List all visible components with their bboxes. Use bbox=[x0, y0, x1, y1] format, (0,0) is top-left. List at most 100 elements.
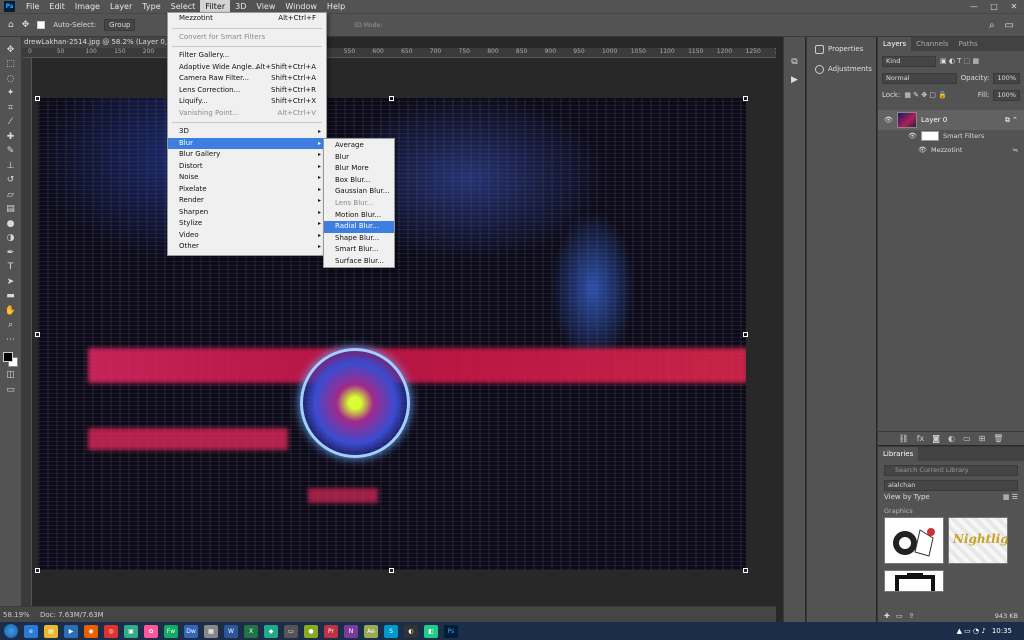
fireworks-icon[interactable]: Fw bbox=[164, 624, 178, 638]
filter-menu-item-render[interactable]: Render ▸ bbox=[168, 195, 326, 207]
filter-menu-item-blur[interactable]: Blur ▸ bbox=[168, 137, 326, 149]
more-tools-icon[interactable]: ⋯ bbox=[4, 333, 18, 347]
home-icon[interactable]: ⌂ bbox=[8, 20, 14, 30]
blur-menu-item-shape-blur[interactable]: Shape Blur... bbox=[324, 233, 394, 245]
onenote-icon[interactable]: N bbox=[344, 624, 358, 638]
transform-handle[interactable] bbox=[743, 96, 748, 101]
filter-menu-item-distort[interactable]: Distort ▸ bbox=[168, 161, 326, 173]
eraser-tool-icon[interactable]: ▱ bbox=[4, 188, 18, 202]
library-graphic-thumb[interactable] bbox=[884, 517, 944, 564]
quick-mask-icon[interactable]: ◫ bbox=[4, 369, 18, 383]
tab-channels[interactable]: Channels bbox=[911, 37, 953, 51]
photoshop-taskbar-icon[interactable]: Ps bbox=[444, 624, 458, 638]
filter-menu-item-sharpen[interactable]: Sharpen ▸ bbox=[168, 207, 326, 219]
filter-menu-item-stylize[interactable]: Stylize ▸ bbox=[168, 218, 326, 230]
fill-field[interactable]: 100% bbox=[993, 89, 1020, 101]
history-icon[interactable]: ⧉ bbox=[791, 57, 797, 67]
filter-menu-item-camera-raw-filter[interactable]: Camera Raw Filter... Shift+Ctrl+A bbox=[168, 73, 326, 85]
transform-handle[interactable] bbox=[35, 568, 40, 573]
workspace-icon[interactable]: ▭ bbox=[1005, 20, 1014, 31]
auto-select-dropdown[interactable]: Group bbox=[104, 19, 136, 31]
menu-type[interactable]: Type bbox=[137, 0, 165, 13]
filter-menu-item-other[interactable]: Other ▸ bbox=[168, 241, 326, 253]
blur-menu-item-blur-more[interactable]: Blur More bbox=[324, 163, 394, 175]
adjustment-layer-icon[interactable]: ◐ bbox=[948, 434, 955, 443]
blur-menu-item-average[interactable]: Average bbox=[324, 140, 394, 152]
transform-handle[interactable] bbox=[35, 96, 40, 101]
app-icon[interactable]: ● bbox=[304, 624, 318, 638]
menu-layer[interactable]: Layer bbox=[105, 0, 137, 13]
folder-icon[interactable]: ▭ bbox=[896, 612, 903, 620]
fx-icon[interactable]: fx bbox=[917, 434, 925, 443]
blur-menu-item-motion-blur[interactable]: Motion Blur... bbox=[324, 210, 394, 222]
filter-menu-item-lens-correction[interactable]: Lens Correction... Shift+Ctrl+R bbox=[168, 85, 326, 97]
transform-handle[interactable] bbox=[389, 568, 394, 573]
app-icon[interactable]: ◐ bbox=[404, 624, 418, 638]
app-icon[interactable]: ◧ bbox=[424, 624, 438, 638]
filter-menu-item-adaptive-wide-angle[interactable]: Adaptive Wide Angle... Alt+Shift+Ctrl+A bbox=[168, 62, 326, 74]
transform-handle[interactable] bbox=[389, 96, 394, 101]
adjustments-panel-button[interactable]: Adjustments bbox=[807, 61, 876, 77]
minimize-icon[interactable]: — bbox=[964, 2, 984, 11]
layer-name[interactable]: Layer 0 bbox=[921, 116, 947, 124]
layer-row[interactable]: 👁 Layer 0 ⧉ ⌃ bbox=[878, 110, 1024, 130]
menu-image[interactable]: Image bbox=[70, 0, 105, 13]
filter-menu-item-pixelate[interactable]: Pixelate ▸ bbox=[168, 184, 326, 196]
tray-icons[interactable]: ▲ ▭ ◔ ♪ bbox=[957, 627, 986, 635]
excel-icon[interactable]: X bbox=[244, 624, 258, 638]
move-tool-icon[interactable]: ✥ bbox=[22, 20, 30, 30]
brush-tool-icon[interactable]: ✎ bbox=[4, 145, 18, 159]
blur-tool-icon[interactable]: ● bbox=[4, 217, 18, 231]
blur-menu-item-box-blur[interactable]: Box Blur... bbox=[324, 175, 394, 187]
filter-blending-options-icon[interactable]: ≒ bbox=[1013, 146, 1024, 154]
app-icon[interactable]: ▦ bbox=[204, 624, 218, 638]
app-icon[interactable]: ✿ bbox=[144, 624, 158, 638]
transform-handle[interactable] bbox=[743, 568, 748, 573]
app-icon[interactable]: ▣ bbox=[124, 624, 138, 638]
blur-menu-item-radial-blur[interactable]: Radial Blur... bbox=[324, 221, 394, 233]
new-group-icon[interactable]: ▭ bbox=[963, 434, 971, 443]
view-by-dropdown[interactable]: View by Type bbox=[884, 493, 930, 501]
dodge-tool-icon[interactable]: ◑ bbox=[4, 232, 18, 246]
opacity-field[interactable]: 100% bbox=[993, 72, 1020, 84]
blur-menu-item-gaussian-blur[interactable]: Gaussian Blur... bbox=[324, 186, 394, 198]
add-mask-icon[interactable]: ◙ bbox=[932, 434, 940, 443]
tab-libraries[interactable]: Libraries bbox=[878, 447, 919, 461]
library-search-input[interactable]: Search Current Library bbox=[884, 465, 1018, 476]
healing-brush-tool-icon[interactable]: ✚ bbox=[4, 130, 18, 144]
history-brush-tool-icon[interactable]: ↺ bbox=[4, 174, 18, 188]
maximize-icon[interactable]: □ bbox=[984, 2, 1004, 11]
tab-layers[interactable]: Layers bbox=[878, 37, 912, 51]
filter-menu-item-video[interactable]: Video ▸ bbox=[168, 230, 326, 242]
close-icon[interactable]: ✕ bbox=[1004, 2, 1024, 11]
move-tool-icon[interactable]: ✥ bbox=[4, 43, 18, 57]
gradient-tool-icon[interactable]: ▤ bbox=[4, 203, 18, 217]
blur-menu-item-blur[interactable]: Blur bbox=[324, 152, 394, 164]
filter-icons[interactable]: ▣ ◐ T ⬚ ▦ bbox=[940, 57, 979, 65]
add-content-icon[interactable]: ✚ bbox=[884, 612, 890, 620]
properties-panel-button[interactable]: Properties bbox=[807, 41, 876, 57]
filter-name[interactable]: Mezzotint bbox=[931, 146, 962, 154]
blur-menu-item-surface-blur[interactable]: Surface Blur... bbox=[324, 256, 394, 268]
magic-wand-tool-icon[interactable]: ✦ bbox=[4, 87, 18, 101]
visibility-eye-icon[interactable]: 👁 bbox=[884, 116, 893, 124]
library-graphic-thumb[interactable] bbox=[884, 570, 944, 592]
app-icon[interactable]: ▭ bbox=[284, 624, 298, 638]
clock[interactable]: 10:35 bbox=[992, 627, 1012, 635]
filter-menu-item-3d[interactable]: 3D ▸ bbox=[168, 126, 326, 138]
library-graphic-thumb[interactable]: Nightlight bbox=[948, 517, 1008, 564]
menu-edit[interactable]: Edit bbox=[44, 0, 70, 13]
media-icon[interactable]: ▶ bbox=[64, 624, 78, 638]
zoom-level[interactable]: 58.19% bbox=[0, 611, 32, 619]
filter-menu-item-mezzotint[interactable]: Mezzotint Alt+Ctrl+F bbox=[168, 13, 326, 25]
filter-eye-icon[interactable]: 👁 bbox=[918, 146, 927, 154]
delete-layer-icon[interactable]: 🗑 bbox=[993, 434, 1003, 443]
new-layer-icon[interactable]: ⊞ bbox=[979, 434, 986, 443]
filter-menu-item-blur-gallery[interactable]: Blur Gallery ▸ bbox=[168, 149, 326, 161]
graphics-section-label[interactable]: Graphics bbox=[884, 507, 1018, 515]
clone-stamp-tool-icon[interactable]: ⊥ bbox=[4, 159, 18, 173]
filter-menu-item-filter-gallery[interactable]: Filter Gallery... bbox=[168, 50, 326, 62]
layer-filter-kind[interactable]: Kind bbox=[882, 55, 936, 67]
transform-handle[interactable] bbox=[35, 332, 40, 337]
screen-mode-icon[interactable]: ▭ bbox=[4, 383, 18, 397]
